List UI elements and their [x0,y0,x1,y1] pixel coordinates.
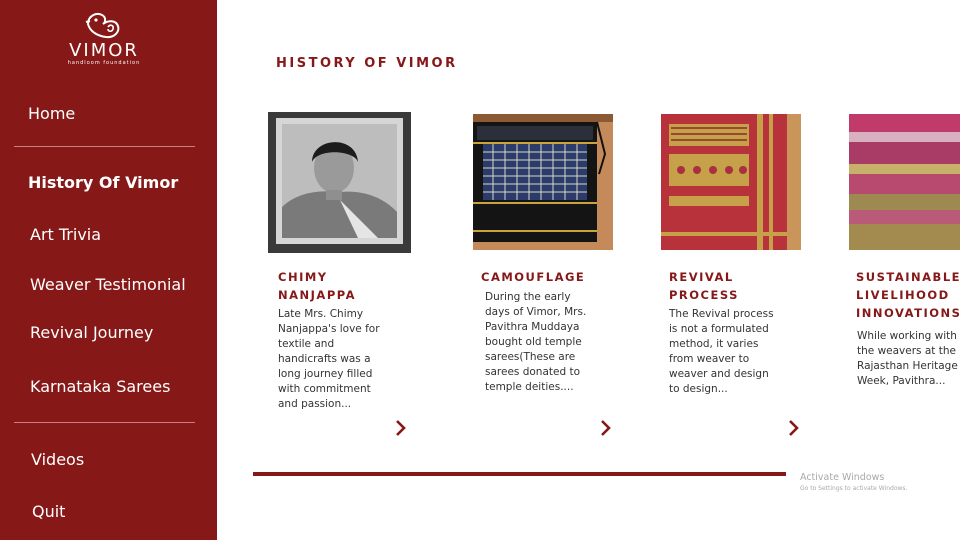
brand-name: VIMOR [69,40,139,61]
card-image-chimy-nanjappa[interactable] [268,112,411,253]
nav-item-art-trivia[interactable]: Art Trivia [30,225,101,244]
nav-divider-top [14,146,195,147]
nav-item-videos[interactable]: Videos [31,450,84,469]
nav-item-karnataka-sarees[interactable]: Karnataka Sarees [30,377,170,396]
chevron-right-icon[interactable] [394,419,408,437]
watermark-title: Activate Windows [800,472,885,483]
nav-item-revival-journey[interactable]: Revival Journey [30,323,153,342]
nav-item-weaver-testimonial[interactable]: Weaver Testimonial [30,275,186,294]
scroll-progress-bar[interactable] [253,472,786,476]
card-text-chimy-nanjappa: Late Mrs. Chimy Nanjappa's love for textil… [278,308,380,410]
sidebar: VIMOR handloom foundation Home History O… [0,0,217,540]
nav-divider-bottom [14,422,195,423]
card-image-revival-process[interactable] [661,114,801,250]
bird-logo-icon [85,13,120,39]
activate-windows-watermark: Activate Windows Go to Settings to activ… [800,472,907,492]
card-title-camouflage: CAMOUFLAGE [481,270,586,284]
card-text-sustainable-livelihood: While working with the weavers at the Raja… [857,330,958,387]
card-title-revival-process: REVIVAL PROCESS [669,270,739,302]
page-title: HISTORY OF VIMOR [276,56,458,71]
card-image-camouflage[interactable] [473,114,613,250]
vimor-logo: VIMOR handloom foundation [64,10,144,74]
nav-item-quit[interactable]: Quit [32,502,65,521]
card-title-chimy-nanjappa: CHIMY NANJAPPA [278,270,357,302]
watermark-subtitle: Go to Settings to activate Windows. [800,485,908,492]
card-text-revival-process: The Revival process is not a formulated me… [669,308,774,395]
nav-item-history-of-vimor[interactable]: History Of Vimor [28,173,178,192]
chevron-right-icon[interactable] [599,419,613,437]
brand-tagline: handloom foundation [67,60,141,66]
card-text-camouflage: During the early days of Vimor, Mrs. Pavit… [485,291,587,393]
chevron-right-icon[interactable] [787,419,801,437]
card-title-sustainable-livelihood: SUSTAINABLE LIVELIHOOD INNOVATIONS [856,270,960,320]
card-image-sustainable-livelihood[interactable] [849,114,960,250]
nav-item-home[interactable]: Home [28,104,75,123]
